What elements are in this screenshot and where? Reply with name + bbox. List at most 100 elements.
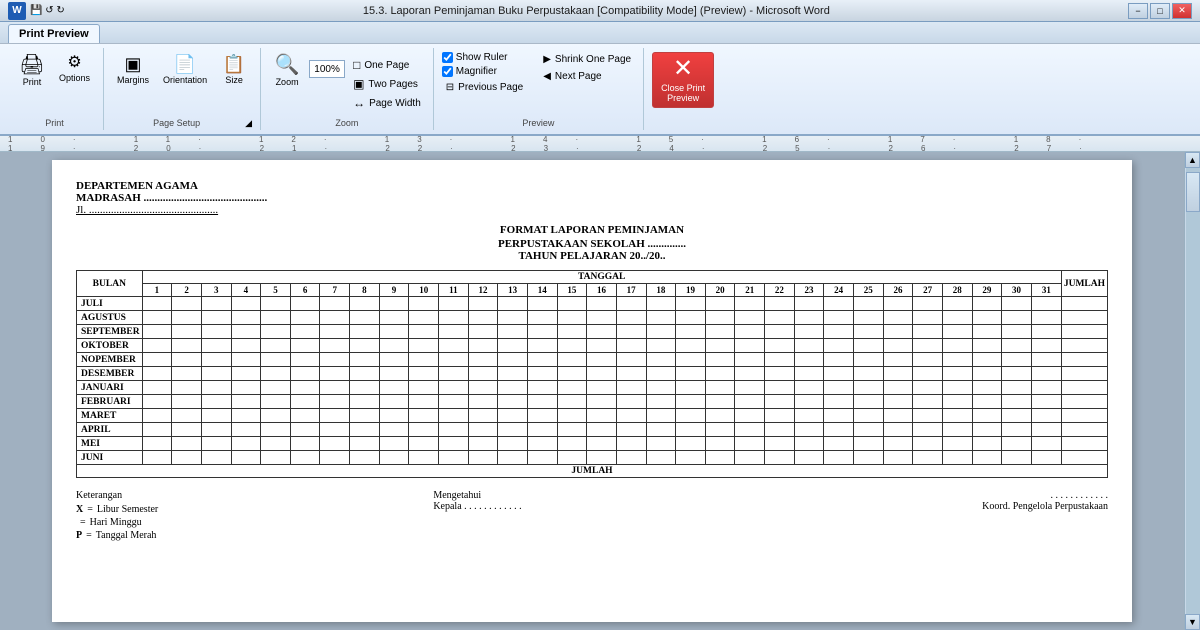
- data-cell: [350, 409, 380, 423]
- zoom-input[interactable]: [309, 60, 345, 78]
- margins-button[interactable]: ▣ Margins: [112, 52, 154, 88]
- data-cell: [1002, 381, 1032, 395]
- data-cell: [853, 325, 883, 339]
- data-cell: [379, 353, 409, 367]
- data-cell: [913, 409, 943, 423]
- ruler: · 1 · 2 · 3 · 4 · 5 · 6 · 7 · 8 · 9 · 10…: [0, 136, 1200, 152]
- loan-table: BULAN TANGGAL JUMLAH 1234567891011121314…: [76, 270, 1108, 478]
- data-cell: [765, 395, 795, 409]
- data-cell: [705, 311, 735, 325]
- magnifier-checkbox[interactable]: [442, 66, 453, 77]
- data-cell: [379, 423, 409, 437]
- data-cell: [616, 353, 646, 367]
- ruler-content: · 1 · 2 · 3 · 4 · 5 · 6 · 7 · 8 · 9 · 10…: [2, 136, 1198, 152]
- zoom-items: 🔍 Zoom □ One Page ▣ Two Pages ↔ Page Wid…: [269, 48, 425, 116]
- month-cell-september: SEPTEMBER: [77, 325, 143, 339]
- close-button[interactable]: ✕: [1172, 3, 1192, 19]
- show-ruler-label[interactable]: Show Ruler: [442, 52, 527, 63]
- data-cell: [646, 381, 676, 395]
- orientation-icon: 📄: [174, 55, 196, 73]
- scroll-down-button[interactable]: ▼: [1185, 614, 1200, 630]
- date-header-19: 19: [676, 284, 706, 297]
- data-cell: [735, 339, 765, 353]
- app-icon-area: W 💾 ↺ ↻: [8, 2, 65, 20]
- data-cell: [616, 451, 646, 465]
- data-cell: [142, 353, 172, 367]
- ket-eq-2: =: [80, 517, 86, 528]
- data-cell: [883, 325, 913, 339]
- data-cell: [261, 367, 291, 381]
- data-cell: [1002, 395, 1032, 409]
- data-cell: [616, 325, 646, 339]
- data-cell: [587, 381, 617, 395]
- data-cell: [735, 367, 765, 381]
- data-cell: [824, 325, 854, 339]
- month-cell-februari: FEBRUARI: [77, 395, 143, 409]
- data-cell: [913, 437, 943, 451]
- previous-page-button[interactable]: ◀ Next Page: [539, 69, 635, 84]
- data-cell: [527, 423, 557, 437]
- data-cell: [616, 311, 646, 325]
- jumlah-cell: [1061, 451, 1107, 465]
- size-button[interactable]: 📋 Size: [216, 52, 252, 88]
- data-cell: [320, 297, 350, 311]
- minimize-button[interactable]: −: [1128, 3, 1148, 19]
- month-row-oktober: OKTOBER: [77, 339, 1108, 353]
- data-cell: [498, 451, 528, 465]
- data-cell: [587, 353, 617, 367]
- data-cell: [142, 395, 172, 409]
- maximize-button[interactable]: □: [1150, 3, 1170, 19]
- data-cell: [439, 297, 469, 311]
- print-button[interactable]: 🖨 Print: [14, 52, 50, 90]
- data-cell: [1002, 451, 1032, 465]
- data-cell: [379, 409, 409, 423]
- content-area: DEPARTEMEN AGAMA MADRASAH ..............…: [0, 152, 1200, 630]
- page-nav-buttons: ▶ Shrink One Page ◀ Next Page: [539, 52, 635, 84]
- data-cell: [646, 353, 676, 367]
- page-setup-label: Page Setup: [112, 116, 241, 130]
- data-cell: [972, 353, 1002, 367]
- scroll-up-button[interactable]: ▲: [1185, 152, 1200, 168]
- next-page-button[interactable]: ▶ Shrink One Page: [539, 52, 635, 67]
- two-pages-button[interactable]: ▣ Two Pages: [349, 75, 425, 93]
- doc-title-block: FORMAT LAPORAN PEMINJAMAN PERPUSTAKAAN S…: [76, 224, 1108, 262]
- data-cell: [557, 451, 587, 465]
- magnifier-label[interactable]: Magnifier: [442, 66, 527, 77]
- data-cell: [794, 409, 824, 423]
- page-area[interactable]: DEPARTEMEN AGAMA MADRASAH ..............…: [0, 152, 1184, 630]
- month-cell-juni: JUNI: [77, 451, 143, 465]
- data-cell: [468, 311, 498, 325]
- zoom-button[interactable]: 🔍 Zoom: [269, 52, 305, 90]
- scroll-thumb[interactable]: [1186, 172, 1200, 212]
- orientation-button[interactable]: 📄 Orientation: [158, 52, 212, 88]
- dept-line1: DEPARTEMEN AGAMA: [76, 180, 1108, 192]
- data-cell: [705, 297, 735, 311]
- data-cell: [172, 339, 202, 353]
- close-print-preview-button[interactable]: ✕ Close PrintPreview: [652, 52, 714, 108]
- scroll-track[interactable]: [1186, 168, 1200, 614]
- prev-page-icon: ◀: [543, 71, 551, 82]
- window-controls[interactable]: − □ ✕: [1128, 3, 1192, 19]
- vertical-scrollbar[interactable]: ▲ ▼: [1184, 152, 1200, 630]
- data-cell: [587, 311, 617, 325]
- shrink-one-page-button[interactable]: ⊟ Previous Page: [442, 80, 527, 95]
- data-cell: [735, 409, 765, 423]
- options-button[interactable]: ⚙ Options: [54, 52, 95, 86]
- data-cell: [468, 353, 498, 367]
- show-ruler-checkbox[interactable]: [442, 52, 453, 63]
- data-cell: [439, 395, 469, 409]
- data-cell: [290, 339, 320, 353]
- page-setup-expand-icon[interactable]: ◢: [245, 118, 252, 129]
- data-cell: [794, 311, 824, 325]
- data-cell: [1002, 409, 1032, 423]
- data-cell: [231, 325, 261, 339]
- page-width-button[interactable]: ↔ Page Width: [349, 94, 425, 112]
- data-cell: [231, 409, 261, 423]
- month-row-desember: DESEMBER: [77, 367, 1108, 381]
- data-cell: [1031, 423, 1061, 437]
- data-cell: [913, 395, 943, 409]
- print-preview-tab[interactable]: Print Preview: [8, 24, 100, 43]
- data-cell: [883, 381, 913, 395]
- one-page-button[interactable]: □ One Page: [349, 56, 425, 74]
- data-cell: [320, 423, 350, 437]
